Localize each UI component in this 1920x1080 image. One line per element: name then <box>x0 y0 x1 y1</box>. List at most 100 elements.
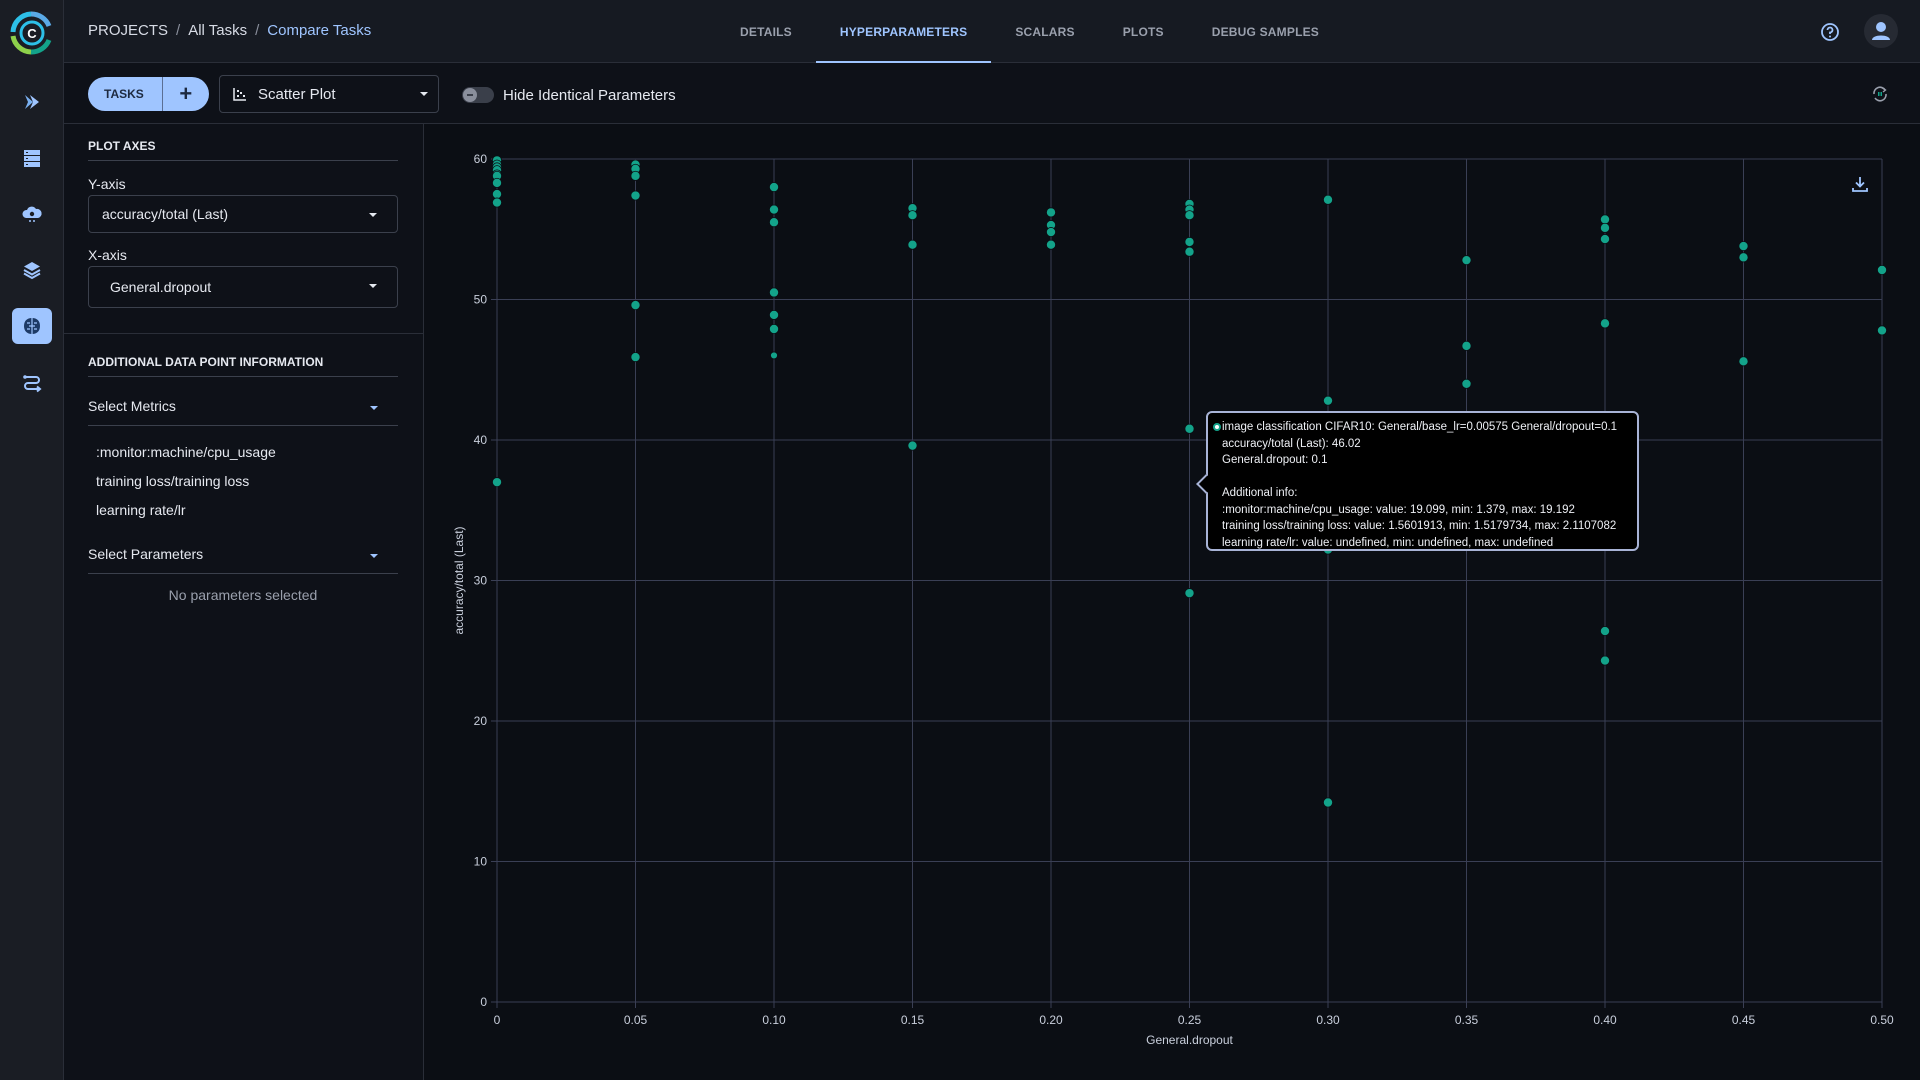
data-point[interactable] <box>1461 255 1472 266</box>
data-point[interactable] <box>907 239 918 250</box>
select-parameters-dropdown[interactable]: Select Parameters <box>88 546 398 566</box>
data-point[interactable] <box>907 210 918 221</box>
data-point[interactable] <box>1184 423 1195 434</box>
x-tick-label: 0.50 <box>1870 1013 1894 1027</box>
selected-metric-item: training loss/training loss <box>96 473 250 489</box>
section-divider <box>64 333 424 334</box>
chevron-down-icon <box>420 92 428 96</box>
data-point[interactable] <box>907 440 918 451</box>
data-point[interactable] <box>768 182 779 193</box>
data-point[interactable] <box>768 309 779 320</box>
additional-info-title: ADDITIONAL DATA POINT INFORMATION <box>88 355 324 369</box>
data-point[interactable] <box>1461 340 1472 351</box>
data-point[interactable] <box>1184 210 1195 221</box>
clearml-logo[interactable]: C <box>8 10 54 56</box>
user-avatar[interactable] <box>1864 14 1898 48</box>
data-point[interactable] <box>1184 236 1195 247</box>
no-parameters-note: No parameters selected <box>168 587 318 603</box>
data-point[interactable] <box>1738 241 1749 252</box>
tab-hyperparameters[interactable]: HYPERPARAMETERS <box>815 0 992 63</box>
hide-identical-toggle[interactable] <box>462 87 494 103</box>
data-point[interactable] <box>1323 194 1334 205</box>
data-point[interactable] <box>1046 239 1057 250</box>
tab-debug-samples[interactable]: DEBUG SAMPLES <box>1188 0 1343 63</box>
data-point[interactable] <box>768 324 779 335</box>
hovered-data-point[interactable] <box>770 351 778 360</box>
y-axis-select[interactable]: accuracy/total (Last) <box>88 195 398 233</box>
data-point[interactable] <box>1323 797 1334 808</box>
rail-item-orchestration[interactable] <box>12 196 52 232</box>
select-metrics-dropdown[interactable]: Select Metrics <box>88 398 398 418</box>
x-tick-label: 0.35 <box>1455 1013 1479 1027</box>
rail-item-pipelines[interactable] <box>12 84 52 120</box>
x-axis-select[interactable]: General.dropout <box>88 266 398 308</box>
breadcrumb-projects[interactable]: PROJECTS <box>88 22 168 39</box>
data-point[interactable] <box>1600 318 1611 329</box>
data-point[interactable] <box>1184 588 1195 599</box>
rail-item-datasets[interactable] <box>12 140 52 176</box>
help-icon[interactable] <box>1820 22 1840 42</box>
rail-item-workflows[interactable] <box>12 364 52 400</box>
plot-settings-panel: PLOT AXES Y-axis accuracy/total (Last) X… <box>64 124 424 1080</box>
data-point[interactable] <box>1046 227 1057 238</box>
data-point[interactable] <box>492 189 503 200</box>
tooltip-line: :monitor:machine/cpu_usage: value: 19.09… <box>1222 503 1575 516</box>
data-point[interactable] <box>1877 325 1888 336</box>
tooltip-line: accuracy/total (Last): 46.02 <box>1222 437 1361 450</box>
x-axis-value: General.dropout <box>110 279 212 295</box>
tab-plots[interactable]: PLOTS <box>1099 0 1188 63</box>
data-point[interactable] <box>492 177 503 188</box>
tooltip-series-marker <box>1213 423 1221 431</box>
data-point[interactable] <box>630 352 641 363</box>
download-icon[interactable] <box>1850 174 1870 194</box>
y-tick-label: 10 <box>474 855 488 869</box>
chevron-down-icon <box>370 406 378 410</box>
data-point[interactable] <box>768 217 779 228</box>
selected-metric-item: learning rate/lr <box>96 502 186 518</box>
scatter-plot[interactable]: 0102030405060 0 0.05 0.10 0.15 0.20 0.25 0.30 0… <box>424 124 1920 1080</box>
data-point[interactable] <box>1600 655 1611 666</box>
data-point[interactable] <box>768 287 779 298</box>
data-point[interactable] <box>1600 214 1611 225</box>
data-point[interactable] <box>1877 264 1888 275</box>
data-point[interactable] <box>1184 246 1195 257</box>
data-point[interactable] <box>630 300 641 311</box>
data-point[interactable] <box>492 477 503 488</box>
y-axis-label: Y-axis <box>88 176 126 192</box>
plot-type-select[interactable]: Scatter Plot <box>219 75 439 113</box>
y-tick-label: 40 <box>474 433 488 447</box>
data-point[interactable] <box>1600 222 1611 233</box>
tab-details[interactable]: DETAILS <box>716 0 816 63</box>
data-point[interactable] <box>1461 378 1472 389</box>
data-point[interactable] <box>1738 252 1749 263</box>
tab-scalars[interactable]: SCALARS <box>991 0 1098 63</box>
add-task-button[interactable]: + <box>163 77 209 111</box>
x-tick-label: 0.40 <box>1593 1013 1617 1027</box>
data-point[interactable] <box>768 204 779 215</box>
data-point[interactable] <box>630 170 641 181</box>
tasks-button[interactable]: TASKS <box>88 77 163 111</box>
select-metrics-label: Select Metrics <box>88 398 176 414</box>
chevron-down-icon <box>369 284 377 288</box>
rail-item-experiments[interactable] <box>12 308 52 344</box>
experiments-brain-icon <box>24 318 40 334</box>
data-point[interactable] <box>630 190 641 201</box>
y-axis-value: accuracy/total (Last) <box>102 206 229 222</box>
y-tick-label: 0 <box>480 995 487 1009</box>
data-point[interactable] <box>1323 395 1334 406</box>
auto-refresh-paused-icon[interactable] <box>1870 84 1890 104</box>
tasks-button-group: TASKS + <box>88 77 209 111</box>
rail-item-models[interactable] <box>12 252 52 288</box>
data-point[interactable] <box>492 197 503 208</box>
data-point[interactable] <box>1046 207 1057 218</box>
workflows-icon <box>23 375 42 393</box>
data-point[interactable] <box>1600 234 1611 245</box>
breadcrumb-separator: / <box>255 22 260 39</box>
data-point[interactable] <box>1738 356 1749 367</box>
breadcrumb-separator: / <box>176 22 181 39</box>
breadcrumb-all-tasks[interactable]: All Tasks <box>188 22 247 39</box>
compare-toolbar: TASKS + Scatter Plot Hide Identical Para… <box>64 63 1920 124</box>
left-navigation-rail: C <box>0 0 64 1080</box>
data-point[interactable] <box>1600 626 1611 637</box>
x-tick-label: 0.25 <box>1178 1013 1202 1027</box>
